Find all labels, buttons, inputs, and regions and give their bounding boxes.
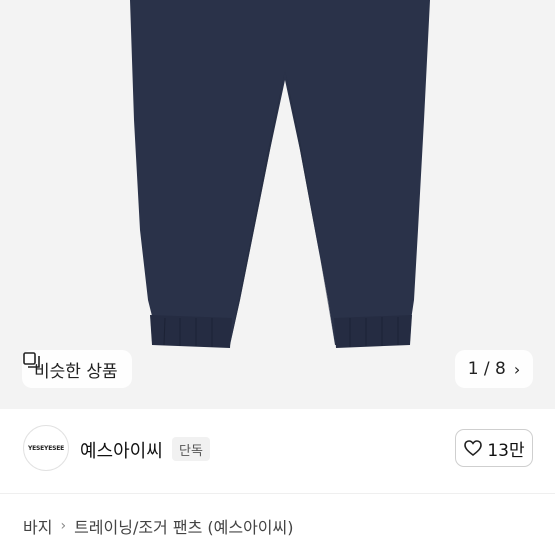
like-count: 13만 — [487, 440, 525, 461]
chevron-right-icon: › — [513, 359, 521, 379]
seller-logo-text: YESEYESEE — [27, 444, 65, 452]
product-image-gallery[interactable]: 비슷한 상품 1 / 8 › — [0, 0, 555, 409]
heart-icon — [464, 440, 483, 457]
similar-items-icon — [23, 352, 40, 368]
breadcrumb-category[interactable]: 바지 — [23, 514, 52, 538]
gallery-counter: 1 / 8 — [467, 359, 506, 379]
breadcrumb: 바지 › 트레이닝/조거 팬츠 (예스아이씨) — [23, 514, 293, 538]
similar-items-label: 비슷한 상품 — [34, 361, 118, 382]
divider — [0, 493, 555, 494]
similar-items-button[interactable]: 비슷한 상품 — [22, 350, 132, 388]
seller-logo[interactable]: YESEYESEE — [23, 425, 69, 471]
seller-name[interactable]: 예스아이씨 — [80, 437, 163, 463]
seller-row: YESEYESEE 예스아이씨 단독 13만 — [0, 409, 555, 493]
exclusive-badge: 단독 — [172, 437, 210, 461]
like-button[interactable]: 13만 — [455, 429, 533, 467]
breadcrumb-subcategory[interactable]: 트레이닝/조거 팬츠 (예스아이씨) — [74, 514, 293, 538]
gallery-counter-button[interactable]: 1 / 8 › — [455, 350, 533, 388]
product-image — [130, 0, 430, 348]
chevron-right-icon: › — [60, 518, 67, 534]
